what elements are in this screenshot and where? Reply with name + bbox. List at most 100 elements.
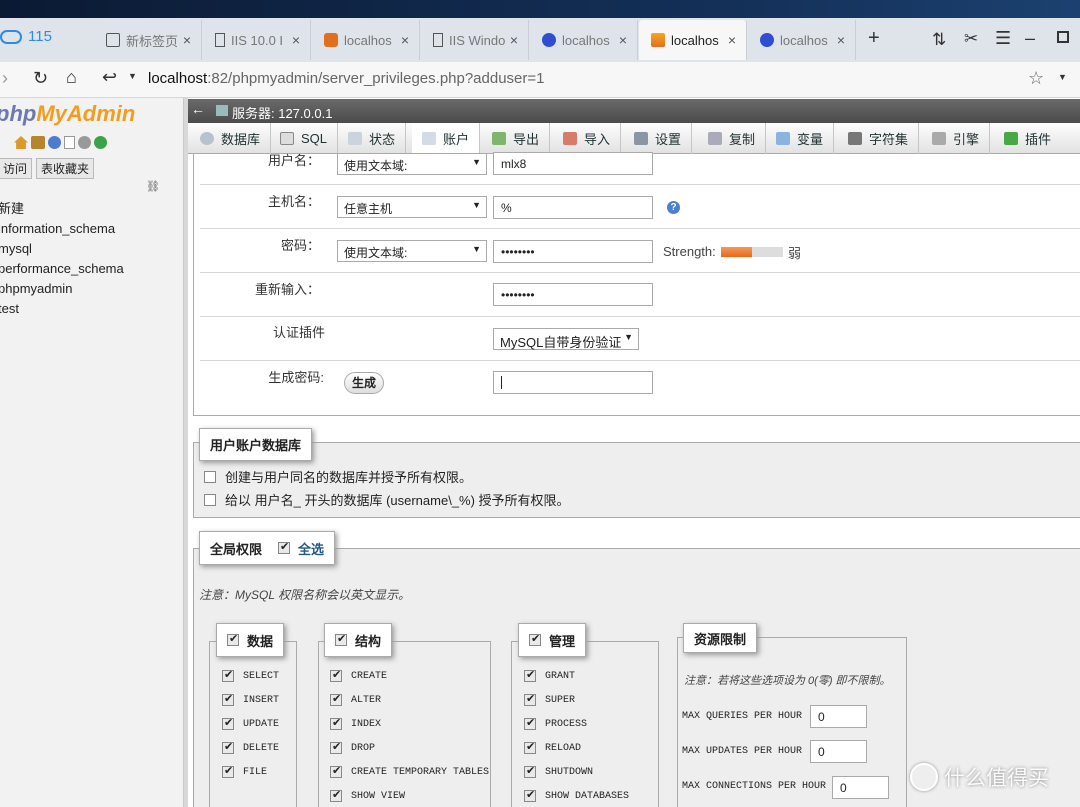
nav-item-db[interactable]: phpmyadmin — [0, 279, 124, 299]
nav-item-db[interactable]: mysql — [0, 239, 124, 259]
priv-checkbox[interactable] — [330, 788, 342, 802]
priv-checkbox[interactable] — [330, 764, 342, 778]
docs-icon[interactable] — [64, 136, 75, 149]
select-all-checkbox[interactable] — [278, 540, 291, 554]
tab-charsets[interactable]: 字符集 — [838, 123, 920, 154]
priv-checkbox[interactable] — [330, 740, 342, 754]
priv-checkbox[interactable] — [330, 692, 342, 706]
auth-plugin-select[interactable]: MySQL自带身份验证 ▼ — [493, 328, 639, 350]
close-icon[interactable]: × — [619, 32, 627, 48]
priv-file[interactable]: FILE — [222, 764, 267, 778]
menu-icon[interactable]: ☰ — [995, 28, 1011, 49]
priv-shutdown[interactable]: SHUTDOWN — [524, 764, 593, 778]
generated-password-input[interactable] — [493, 371, 653, 394]
nav-item-db[interactable]: performance_schema — [0, 259, 124, 279]
close-icon[interactable]: × — [183, 32, 191, 48]
scissors-icon[interactable]: ✂ — [964, 29, 978, 49]
tab-replication[interactable]: 复制 — [698, 123, 767, 154]
username-type-select[interactable]: 使用文本域: ▼ — [337, 153, 487, 175]
wildcard-db-option[interactable]: 给以 用户名_ 开头的数据库 (username\_%) 授予所有权限。 — [204, 490, 570, 509]
help-icon[interactable] — [48, 136, 61, 149]
help-icon[interactable]: ? — [667, 201, 680, 214]
minimize-icon[interactable]: – — [1025, 28, 1035, 49]
priv-drop[interactable]: DROP — [330, 740, 375, 754]
collapse-arrow-icon[interactable]: ← — [191, 101, 205, 117]
tab-1[interactable]: 新标签页 × — [94, 20, 202, 60]
priv-checkbox[interactable] — [222, 740, 234, 754]
priv-update[interactable]: UPDATE — [222, 716, 279, 730]
priv-select[interactable]: SELECT — [222, 668, 279, 682]
tab-7[interactable]: localhos × — [748, 20, 856, 60]
recent-button[interactable]: 访问 — [0, 158, 33, 179]
favorites-button[interactable]: 表收藏夹 — [36, 158, 95, 179]
maximize-icon[interactable] — [1057, 31, 1069, 43]
max-connections-input[interactable]: 0 — [832, 776, 889, 799]
tab-5[interactable]: localhos × — [530, 20, 638, 60]
priv-checkbox[interactable] — [222, 692, 234, 706]
tab-export[interactable]: 导出 — [482, 123, 551, 154]
sidebar-toggle-icon[interactable]: ⇅ — [932, 30, 946, 50]
close-icon[interactable]: × — [728, 32, 736, 48]
priv-create[interactable]: CREATE — [330, 668, 387, 682]
nav-item-db[interactable]: test — [0, 299, 124, 319]
priv-checkbox[interactable] — [330, 668, 342, 682]
priv-checkbox[interactable] — [222, 716, 234, 730]
tab-3[interactable]: localhos × — [312, 20, 420, 60]
create-db-checkbox[interactable] — [204, 470, 216, 483]
nav-item-db[interactable]: information_schema — [0, 219, 124, 239]
password-type-select[interactable]: 使用文本域: ▼ — [337, 240, 487, 262]
host-type-select[interactable]: 任意主机 ▼ — [337, 196, 487, 218]
priv-checkbox[interactable] — [222, 668, 234, 682]
username-input[interactable]: mlx8 — [493, 152, 653, 175]
tab-status[interactable]: 状态 — [338, 123, 407, 154]
close-icon[interactable]: × — [510, 32, 518, 48]
generate-button[interactable]: 生成 — [344, 372, 384, 394]
priv-index[interactable]: INDEX — [330, 716, 381, 730]
undo-icon[interactable]: ↩ — [102, 67, 117, 88]
priv-delete[interactable]: DELETE — [222, 740, 279, 754]
tab-accounts[interactable]: 账户 — [412, 123, 481, 154]
structure-select-all-checkbox[interactable] — [335, 632, 347, 646]
tab-sql[interactable]: SQL — [270, 123, 339, 154]
priv-checkbox[interactable] — [524, 716, 536, 730]
tab-databases[interactable]: 数据库 — [190, 123, 272, 154]
reload-nav-icon[interactable] — [94, 136, 107, 149]
password-input[interactable]: •••••••• — [493, 240, 653, 263]
priv-process[interactable]: PROCESS — [524, 716, 587, 730]
pma-logo[interactable]: phpMyAdmin — [0, 101, 135, 127]
priv-alter[interactable]: ALTER — [330, 692, 381, 706]
home-icon[interactable]: ⌂ — [66, 67, 77, 88]
browser-logo[interactable]: 115 — [0, 28, 52, 45]
tab-plugins[interactable]: 插件 — [994, 123, 1061, 154]
forward-icon[interactable]: › — [2, 68, 8, 89]
priv-checkbox[interactable] — [524, 668, 536, 682]
close-icon[interactable]: × — [292, 32, 300, 48]
create-db-option[interactable]: 创建与用户同名的数据库并授予所有权限。 — [204, 467, 472, 486]
nav-item-new[interactable]: 新建 — [0, 199, 124, 219]
undo-dropdown-icon[interactable]: ▼ — [128, 71, 137, 81]
tab-import[interactable]: 导入 — [553, 123, 622, 154]
star-icon[interactable]: ☆ — [1028, 68, 1044, 89]
tab-settings[interactable]: 设置 — [624, 123, 693, 154]
url-field[interactable]: localhost:82/phpmyadmin/server_privilege… — [148, 70, 545, 87]
tab-variables[interactable]: 变量 — [766, 123, 835, 154]
priv-checkbox[interactable] — [330, 716, 342, 730]
priv-checkbox[interactable] — [524, 764, 536, 778]
server-title[interactable]: 服务器: 127.0.0.1 — [232, 103, 332, 122]
priv-reload[interactable]: RELOAD — [524, 740, 581, 754]
link-icon[interactable]: ⛓ — [146, 180, 160, 193]
data-select-all-checkbox[interactable] — [227, 632, 239, 646]
settings-icon[interactable] — [78, 136, 91, 149]
priv-checkbox[interactable] — [524, 692, 536, 706]
max-updates-input[interactable]: 0 — [810, 740, 867, 763]
priv-show-view[interactable]: SHOW VIEW — [330, 788, 405, 802]
priv-grant[interactable]: GRANT — [524, 668, 575, 682]
wildcard-db-checkbox[interactable] — [204, 493, 216, 506]
close-icon[interactable]: × — [837, 32, 845, 48]
tab-6-current[interactable]: localhos × — [639, 20, 747, 60]
priv-checkbox[interactable] — [524, 788, 536, 802]
select-all-link[interactable]: 全选 — [298, 539, 324, 558]
tab-4[interactable]: IIS Windo × — [421, 20, 529, 60]
priv-show-databases[interactable]: SHOW DATABASES — [524, 788, 629, 802]
tab-engines[interactable]: 引擎 — [922, 123, 991, 154]
